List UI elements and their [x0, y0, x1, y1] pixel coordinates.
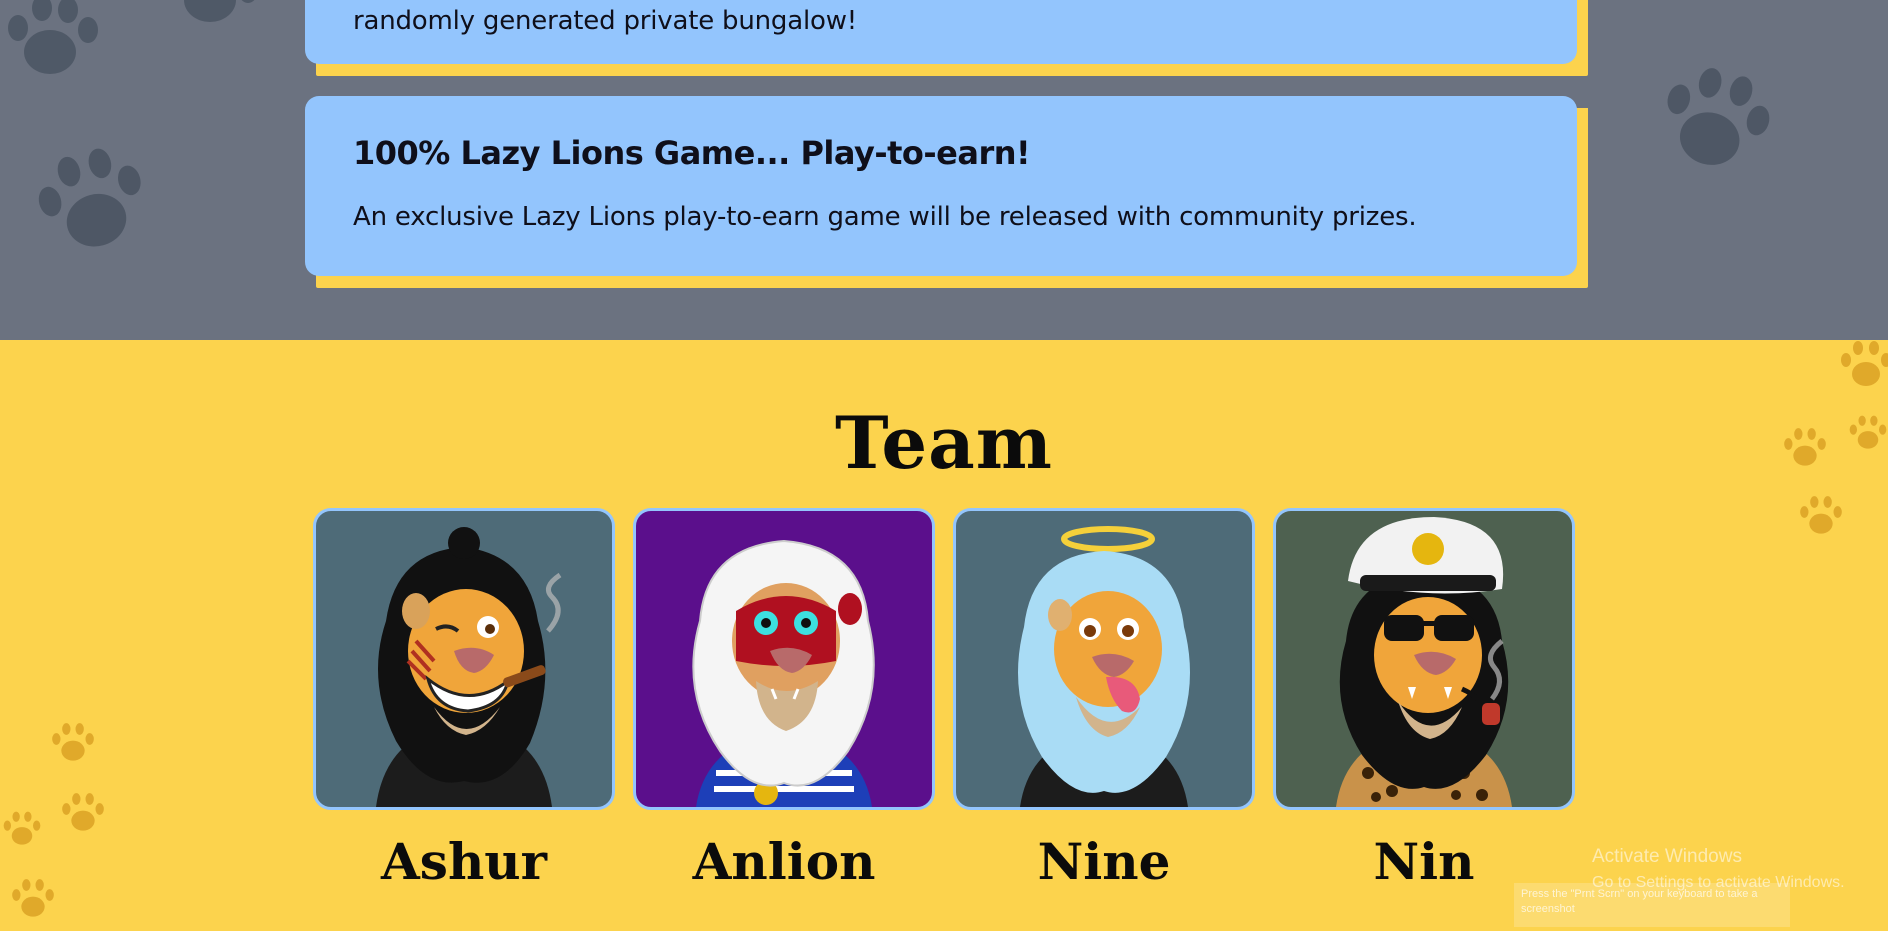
team-section: Team Ashur Anlion Nine Nin [0, 340, 1888, 931]
paw-print-icon [1652, 58, 1782, 188]
activate-windows-title: Activate Windows [1592, 846, 1742, 867]
team-member-card[interactable]: Nine [953, 508, 1255, 891]
roadmap-card-title: 100% Lazy Lions Game... Play-to-earn! [353, 134, 1031, 172]
member-name: Nine [1037, 832, 1171, 891]
screenshot-tip: Press the "Prnt Scrn" on your keyboard t… [1514, 883, 1790, 927]
team-member-card[interactable]: Ashur [313, 508, 615, 891]
paw-print-icon [160, 0, 270, 40]
team-member-card[interactable]: Nin [1273, 508, 1575, 891]
team-member-card[interactable]: Anlion [633, 508, 935, 891]
team-heading: Team [835, 400, 1053, 485]
lion-halo-blue-mane-icon [953, 508, 1255, 810]
paw-print-icon [1836, 340, 1888, 392]
lion-winking-cigar-icon [313, 508, 615, 810]
lion-red-face-white-mane-icon [633, 508, 935, 810]
paw-print-icon [30, 138, 160, 268]
roadmap-card-text: randomly generated private bungalow! [353, 6, 857, 36]
roadmap-card-text: An exclusive Lazy Lions play-to-earn gam… [353, 202, 1417, 232]
paw-print-icon [1796, 492, 1846, 542]
paw-print-icon [8, 874, 58, 926]
paw-print-icon [0, 0, 110, 85]
roadmap-card: randomly generated private bungalow! [305, 0, 1577, 64]
paw-print-icon [48, 718, 98, 770]
roadmap-card: 100% Lazy Lions Game... Play-to-earn! An… [305, 96, 1577, 276]
roadmap-section: randomly generated private bungalow! 100… [0, 0, 1888, 340]
member-name: Ashur [381, 832, 547, 891]
member-name: Anlion [692, 832, 876, 891]
paw-print-icon [58, 788, 108, 840]
paw-print-icon [0, 804, 44, 856]
lion-captain-hat-sunglasses-icon [1273, 508, 1575, 810]
